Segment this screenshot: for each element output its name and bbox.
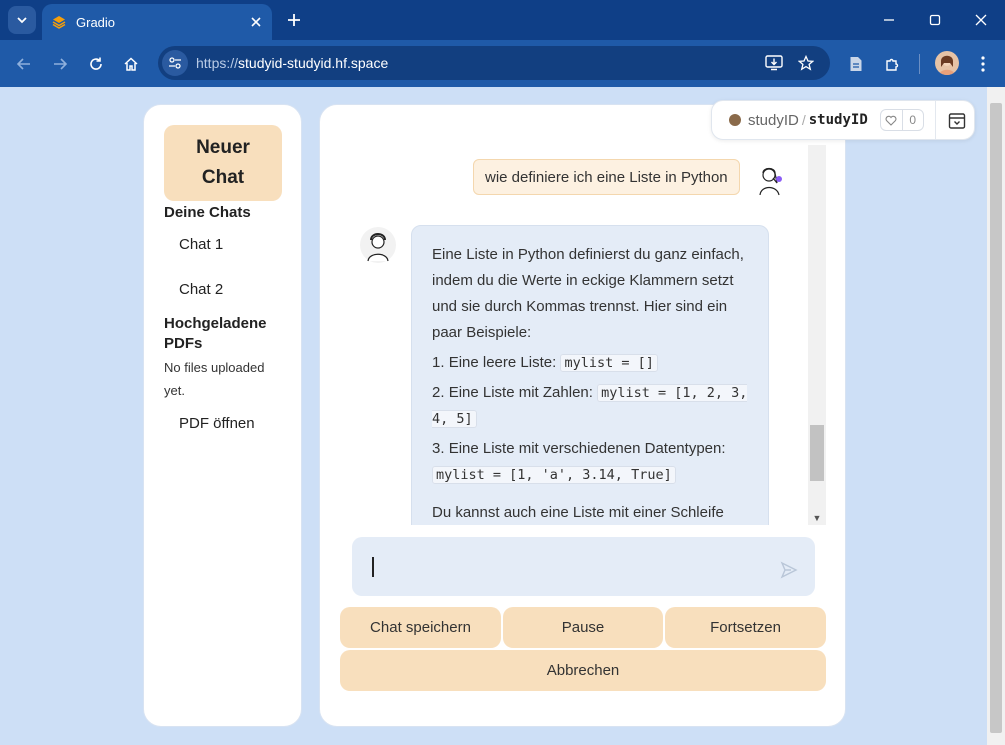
home-button[interactable] [117,50,145,78]
list-number: 3. [432,440,445,457]
bot-intro-text: Eine Liste in Python definierst du ganz … [432,246,744,341]
user-avatar-icon [752,161,788,197]
page-scrollbar[interactable] [987,87,1005,745]
close-icon [975,14,987,26]
space-owner-link[interactable]: studyID [748,112,799,129]
forward-button[interactable] [46,50,74,78]
space-name-link[interactable]: studyID [809,112,868,128]
arrow-left-icon [16,58,30,70]
chat-panel: wie definiere ich eine Liste in Python E… [319,104,846,727]
plus-icon [288,14,300,26]
chat-history[interactable]: wie definiere ich eine Liste in Python E… [320,105,827,525]
abort-button[interactable]: Abbrechen [340,650,826,691]
back-button[interactable] [10,50,38,78]
heart-icon [881,110,903,130]
browser-menu-button[interactable] [969,50,997,78]
close-tab-icon[interactable] [246,12,266,32]
tab-title: Gradio [76,14,116,30]
sidebar-item-chat-2[interactable]: Chat 2 [179,281,223,298]
code-snippet: mylist = [1, 'a', 3.14, True] [432,466,676,484]
new-tab-button[interactable] [282,8,306,32]
site-info-button[interactable] [162,50,188,76]
bot-avatar-icon [360,227,396,263]
owner-avatar-icon [729,114,741,126]
pause-button[interactable]: Pause [503,607,663,648]
toolbar-divider [919,54,920,74]
home-icon [124,57,138,71]
browser-tab[interactable]: Gradio [42,4,272,40]
resume-button[interactable]: Fortsetzen [665,607,826,648]
page-scroll-thumb[interactable] [990,103,1002,733]
bot-message: Eine Liste in Python definierst du ganz … [411,225,769,525]
message-input[interactable] [352,537,815,596]
browser-toolbar: https://studyid-studyid.hf.space [0,40,1005,87]
hf-space-badge: studyID / studyID 0 [711,100,975,140]
maximize-button[interactable] [915,6,955,34]
reload-button[interactable] [82,50,110,78]
tab-search-button[interactable] [8,6,36,34]
chat-scrollbar[interactable]: ▼ [808,145,826,525]
sidebar: Neuer Chat Deine Chats Chat 1 Chat 2 Hoc… [143,104,302,727]
list-item: 1. Eine leere Liste: mylist = [] [432,350,748,376]
list-number: 1. [432,354,445,371]
like-button[interactable]: 0 [879,109,924,131]
sidebar-item-chat-1[interactable]: Chat 1 [179,236,223,253]
text-caret [372,557,374,577]
open-pdf-button[interactable]: PDF öffnen [179,415,255,432]
user-message: wie definiere ich eine Liste in Python [473,159,740,195]
list-text: Eine leere Liste: [448,354,557,371]
reload-icon [90,57,102,70]
reading-list-button[interactable] [842,50,870,78]
path-separator: / [801,112,806,128]
expand-panel-icon[interactable] [948,112,966,130]
maximize-icon [929,14,941,26]
scroll-down-icon[interactable]: ▼ [808,511,826,525]
scroll-thumb[interactable] [810,425,824,481]
like-count: 0 [909,113,917,127]
address-bar[interactable]: https://studyid-studyid.hf.space [158,46,830,80]
list-text: Eine Liste mit Zahlen: [448,384,593,401]
tune-icon [169,57,181,69]
send-icon[interactable] [780,561,798,579]
chats-heading: Deine Chats [164,204,251,221]
minimize-button[interactable] [869,6,909,34]
document-icon [850,57,862,71]
new-chat-button[interactable]: Neuer Chat [164,125,282,201]
pdfs-heading: Hochgeladene PDFs [164,315,267,352]
save-chat-button[interactable]: Chat speichern [340,607,501,648]
install-app-icon[interactable] [762,51,786,75]
puzzle-icon [886,58,899,71]
chevron-down-icon [17,17,27,24]
browser-titlebar: Gradio [0,0,1005,40]
badge-divider [935,101,936,139]
list-item: 2. Eine Liste mit Zahlen: mylist = [1, 2… [432,380,748,432]
code-snippet: mylist = [] [560,354,658,372]
more-vertical-icon [981,56,985,72]
arrow-right-icon [54,58,68,70]
gradio-favicon-icon [52,15,66,29]
minimize-icon [884,19,894,21]
close-window-button[interactable] [961,6,1001,34]
url-text[interactable]: https://studyid-studyid.hf.space [196,55,388,71]
no-files-text: No files uploaded yet. [164,360,265,398]
profile-avatar[interactable] [935,51,959,75]
extensions-button[interactable] [879,50,907,78]
bot-outro-text: Du kannst auch eine Liste mit einer Schl… [432,504,724,521]
list-text: Eine Liste mit verschiedenen Datentypen: [448,440,726,457]
list-item: 3. Eine Liste mit verschiedenen Datentyp… [432,436,748,488]
list-number: 2. [432,384,445,401]
bookmark-star-icon[interactable] [794,51,818,75]
